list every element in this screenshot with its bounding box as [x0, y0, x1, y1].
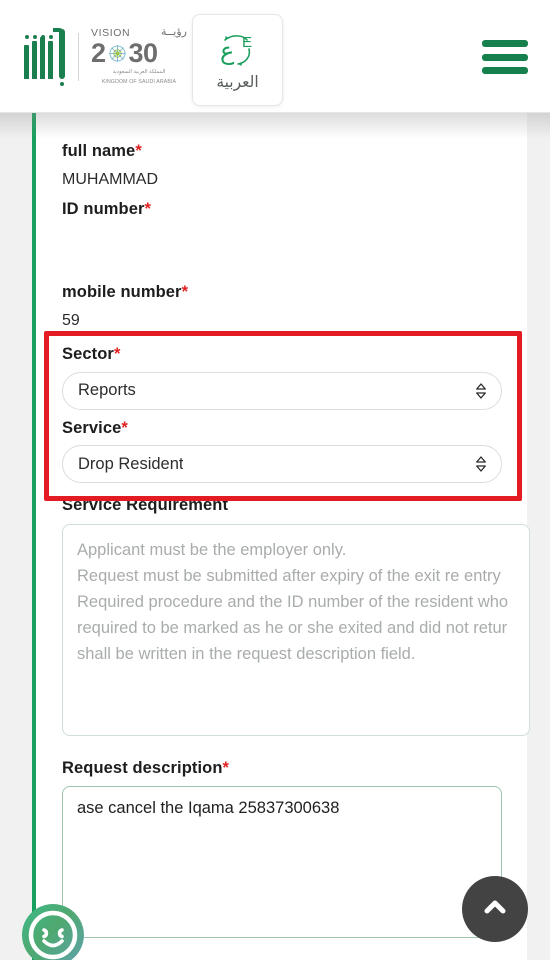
request-description-label-text: Request description — [62, 758, 223, 777]
mobile-number-label: mobile number* — [62, 282, 505, 303]
select-chevron-updown-icon — [475, 382, 487, 400]
vision-kingdom-arabic: المملكة العربية السعودية — [112, 69, 166, 76]
mobile-number-value: 59 — [62, 311, 85, 329]
vision-year-30: 30 — [128, 37, 159, 68]
saudi-national-emblem-icon — [22, 28, 66, 86]
vision-2030-logo: VISION رؤيــة 2 30 المملكة العربية السعو… — [91, 27, 187, 86]
hamburger-menu-icon[interactable] — [482, 40, 528, 74]
service-requirement-line: Applicant must be the employer only. — [77, 540, 347, 559]
vision-kingdom-english: KINGDOM OF SAUDI ARABIA — [101, 79, 177, 85]
id-number-label-text: ID number — [62, 199, 145, 218]
full-name-label-text: full name — [62, 142, 136, 160]
menu-bar-1 — [482, 40, 528, 47]
service-selected-value: Drop Resident — [78, 454, 184, 473]
full-name-value: MUHAMMAD — [62, 170, 158, 188]
vision-word: VISION — [91, 26, 131, 39]
vision-rosette-icon — [107, 43, 128, 64]
browser-viewport: VISION رؤيــة 2 30 المملكة العربية السعو… — [0, 0, 550, 960]
id-number-value — [62, 227, 505, 248]
service-required-marker: * — [121, 418, 128, 437]
vision-year: 2 30 — [91, 39, 187, 67]
page-content-scroll-area[interactable]: full name* MUHAMMAD ID number* mobile nu… — [0, 113, 550, 960]
service-requirement-line: Required procedure and the ID number of … — [77, 592, 509, 611]
request-description-value: ase cancel the Iqama 25837300638 — [77, 799, 340, 818]
header-logos: VISION رؤيــة 2 30 المملكة العربية السعو… — [22, 24, 187, 90]
service-select[interactable]: Drop Resident — [62, 445, 502, 484]
vision-year-2: 2 — [91, 37, 106, 68]
menu-bar-3 — [482, 67, 528, 74]
service-requirement-line: shall be written in the request descript… — [77, 644, 416, 663]
request-description-required-marker: * — [222, 758, 230, 777]
svg-text:ع: ع — [220, 37, 235, 65]
sector-required-marker: * — [113, 344, 121, 363]
sector-label-text: Sector — [62, 344, 114, 363]
logo-divider — [78, 33, 79, 81]
service-requirement-label-text: Service Requirement — [62, 496, 229, 515]
site-header: VISION رؤيــة 2 30 المملكة العربية السعو… — [0, 0, 550, 113]
full-name-label: full name* — [62, 141, 505, 162]
mobile-number-label-text: mobile number — [62, 283, 182, 302]
chat-smiley-logo — [14, 898, 92, 960]
service-requirement-label: Service Requirement — [62, 495, 505, 516]
sector-label: Sector* — [62, 344, 505, 365]
mobile-number-required-marker: * — [181, 283, 189, 302]
id-number-required-marker: * — [144, 199, 152, 218]
sector-selected-value: Reports — [78, 381, 136, 399]
chevron-up-icon — [480, 892, 510, 927]
request-description-label: Request description* — [62, 758, 505, 779]
service-label-text: Service — [62, 418, 122, 437]
scroll-to-top-button[interactable] — [462, 876, 528, 942]
request-description-textarea[interactable]: ase cancel the Iqama 25837300638 — [62, 786, 502, 939]
full-name-required-marker: * — [135, 142, 142, 160]
service-label: Service* — [62, 418, 505, 439]
language-toggle-button[interactable]: ع E العربية — [192, 14, 283, 106]
vision-word-arabic: رؤيــة — [160, 26, 187, 39]
service-requirement-line: required to be marked as he or she exite… — [77, 618, 508, 637]
id-number-label: ID number* — [62, 199, 505, 220]
language-toggle-label: العربية — [216, 73, 259, 91]
service-requirement-textarea[interactable]: Applicant must be the employer only. Req… — [62, 523, 530, 736]
select-chevron-updown-icon — [475, 455, 487, 473]
service-requirement-line: Request must be submitted after expiry o… — [77, 566, 501, 585]
translate-icon: ع E — [213, 29, 263, 71]
service-request-form-card: full name* MUHAMMAD ID number* mobile nu… — [32, 113, 530, 960]
sector-select[interactable]: Reports — [62, 371, 502, 410]
menu-bar-2 — [482, 53, 528, 61]
